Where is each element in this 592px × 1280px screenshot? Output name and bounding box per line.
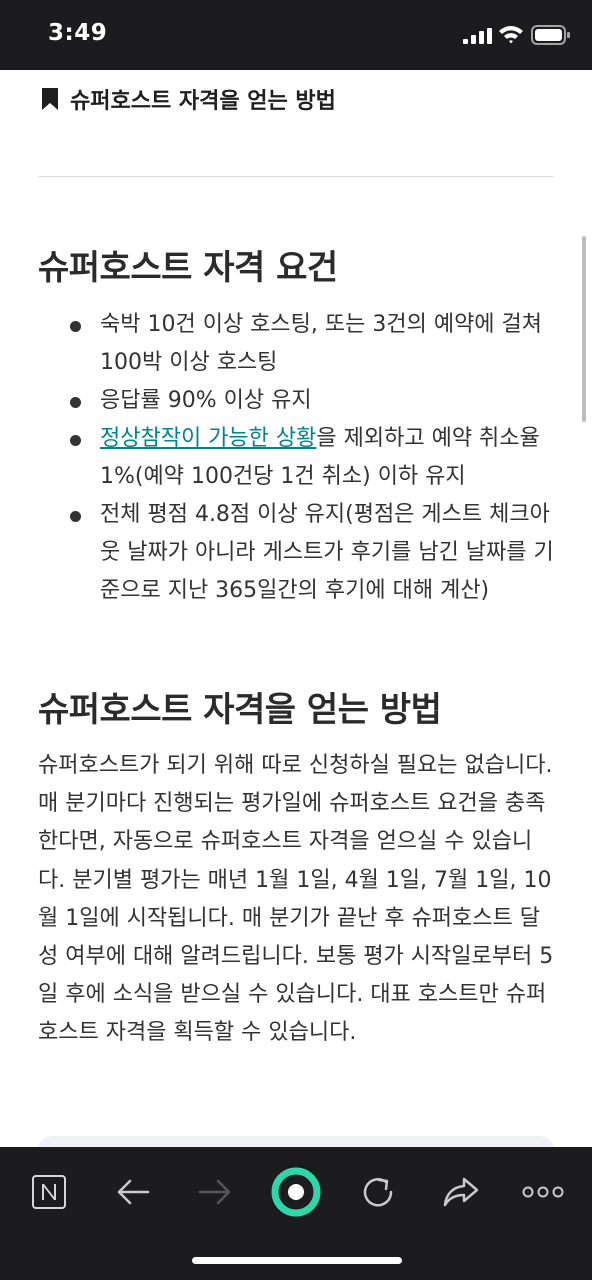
share-button[interactable] — [436, 1167, 486, 1217]
forward-button[interactable] — [190, 1167, 240, 1217]
list-item-text: 숙박 10건 이상 호스팅, 또는 3건의 예약에 걸쳐 100박 이상 호스팅 — [100, 312, 543, 375]
requirements-list: 숙박 10건 이상 호스팅, 또는 3건의 예약에 걸쳐 100박 이상 호스팅… — [38, 306, 554, 610]
list-item-text: 응답률 90% 이상 유지 — [100, 388, 312, 413]
requirements-heading: 슈퍼호스트 자격 요건 — [38, 248, 338, 288]
list-item: 정상참작이 가능한 상황을 제외하고 예약 취소율 1%(예약 100건당 1건… — [38, 420, 554, 496]
list-item: 숙박 10건 이상 호스팅, 또는 3건의 예약에 걸쳐 100박 이상 호스팅 — [38, 306, 554, 382]
page-content: 슈퍼호스트 자격을 얻는 방법 슈퍼호스트 자격 요건 숙박 10건 이상 호스… — [0, 70, 592, 1147]
list-item: 응답률 90% 이상 유지 — [38, 382, 554, 420]
more-icon — [522, 1186, 564, 1198]
status-time: 3:49 — [48, 20, 108, 46]
reload-icon — [363, 1178, 393, 1207]
bullet — [70, 321, 81, 332]
home-indicator[interactable] — [192, 1257, 402, 1264]
bullet — [70, 511, 81, 522]
how-to-paragraph: 슈퍼호스트가 되기 위해 따로 신청하실 필요는 없습니다. 매 분기마다 진행… — [38, 753, 554, 1046]
wifi-icon — [499, 26, 523, 44]
bookmark-icon — [42, 88, 58, 110]
signal-icon — [463, 28, 492, 44]
divider — [38, 176, 554, 177]
list-item-text: 전체 평점 4.8점 이상 유지(평점은 게스트 체크아웃 날짜가 아니라 게스… — [100, 502, 554, 603]
notion-button[interactable] — [24, 1167, 74, 1217]
extenuating-circumstances-link[interactable]: 정상참작이 가능한 상황 — [100, 426, 316, 451]
home-button-icon — [271, 1167, 321, 1217]
forward-arrow-icon — [198, 1179, 231, 1205]
bookmark-title: 슈퍼호스트 자격을 얻는 방법 — [70, 89, 336, 114]
reload-button[interactable] — [353, 1167, 403, 1217]
info-card — [38, 1136, 554, 1147]
bullet — [70, 435, 81, 446]
bookmark-row[interactable]: 슈퍼호스트 자격을 얻는 방법 — [40, 84, 336, 114]
bullet — [70, 397, 81, 408]
list-item: 전체 평점 4.8점 이상 유지(평점은 게스트 체크아웃 날짜가 아니라 게스… — [38, 496, 554, 610]
status-bar: 3:49 — [0, 0, 592, 70]
scrollbar[interactable] — [582, 236, 586, 422]
home-button[interactable] — [271, 1167, 321, 1217]
back-button[interactable] — [108, 1167, 158, 1217]
more-button[interactable] — [518, 1167, 568, 1217]
back-arrow-icon — [117, 1179, 150, 1205]
share-icon — [443, 1177, 479, 1207]
how-to-heading: 슈퍼호스트 자격을 얻는 방법 — [38, 690, 442, 730]
notion-icon — [32, 1175, 66, 1209]
battery-icon — [531, 25, 570, 45]
